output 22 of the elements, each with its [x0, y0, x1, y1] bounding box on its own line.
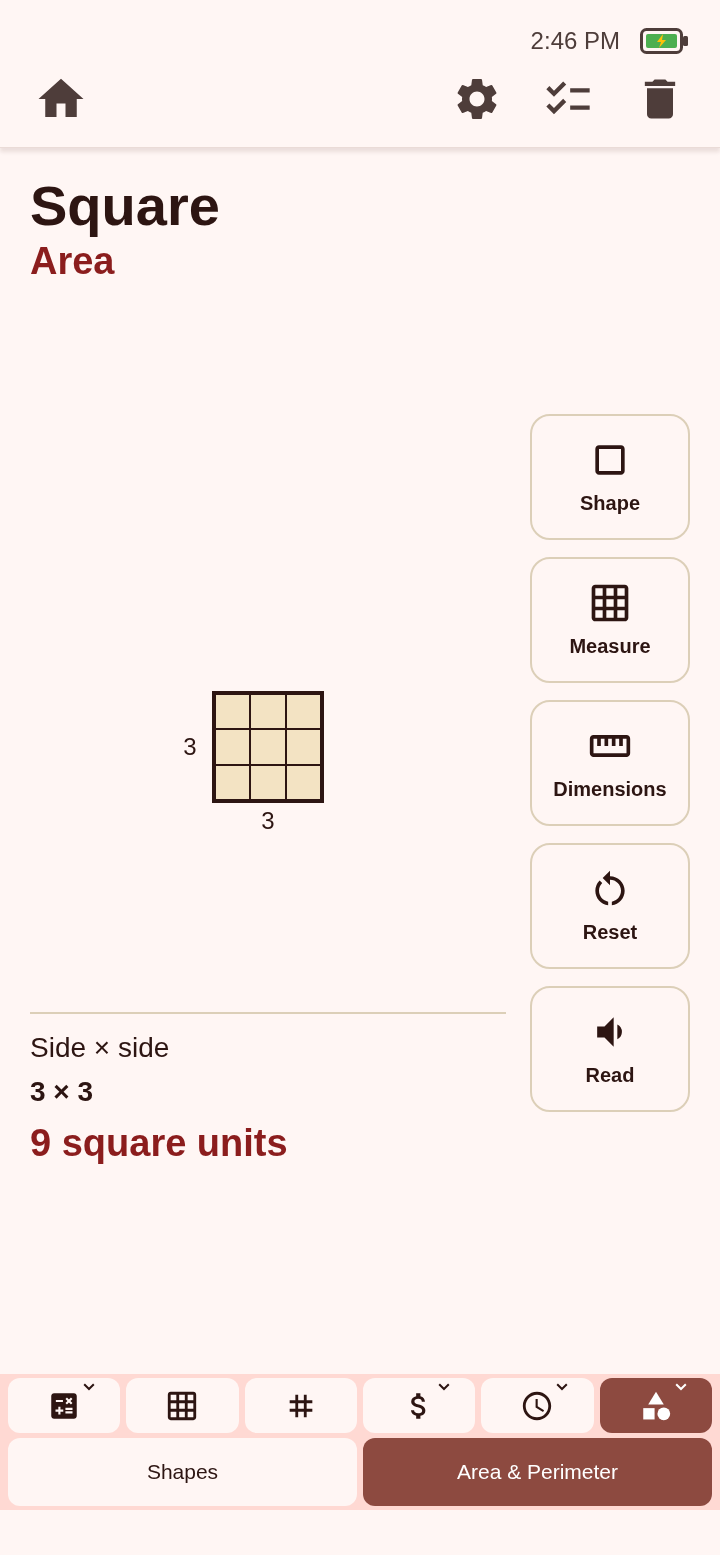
side-length-label: 3 [182, 735, 198, 759]
subtab[interactable]: Shapes [8, 1438, 357, 1506]
measure-subtitle: Area [30, 239, 115, 284]
battery-charging-icon [640, 28, 688, 54]
formula-expression: 3 × 3 [30, 1075, 94, 1109]
formula-rule: Side × side [30, 1031, 170, 1065]
category-tab[interactable] [599, 1378, 712, 1433]
category-tab[interactable] [481, 1378, 594, 1433]
subtab[interactable]: Area & Perimeter [363, 1438, 712, 1506]
base-length-label: 3 [261, 807, 275, 835]
category-tab[interactable] [126, 1378, 239, 1433]
shape-title: Square [30, 174, 220, 238]
tool-button[interactable]: Shape [530, 414, 690, 540]
category-tab[interactable] [363, 1378, 476, 1433]
tool-button[interactable]: Reset [530, 843, 690, 969]
tool-button[interactable]: Dimensions [530, 700, 690, 826]
area-result: 9 square units [30, 1121, 288, 1166]
category-tab[interactable] [8, 1378, 121, 1433]
category-tab[interactable] [244, 1378, 357, 1433]
tool-button[interactable]: Read [530, 986, 690, 1112]
tool-button[interactable]: Measure [530, 557, 690, 683]
status-time: 2:46 PM [530, 29, 620, 53]
